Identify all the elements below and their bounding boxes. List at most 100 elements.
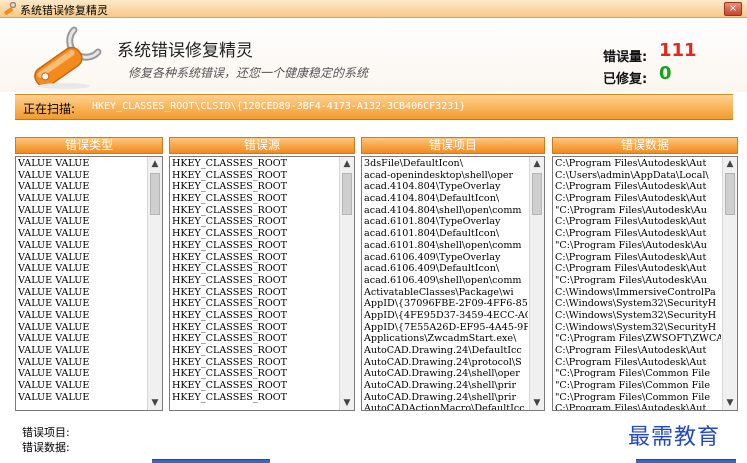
list-item[interactable]: "C:\Program Files\Common File <box>555 380 721 392</box>
list-item[interactable]: AutoCAD.Drawing.24\DefaultIcc <box>364 345 528 357</box>
list-item[interactable]: HKEY_CLASSES_ROOT <box>172 252 338 264</box>
list-item[interactable]: VALUE VALUE <box>18 240 146 252</box>
list-item[interactable]: acad.6106.409\TypeOverlay <box>364 252 528 264</box>
list-item[interactable]: HKEY_CLASSES_ROOT <box>172 170 338 182</box>
list-item[interactable]: HKEY_CLASSES_ROOT <box>172 228 338 240</box>
list-item[interactable]: AutoCAD.Drawing.24\shell\prir <box>364 392 528 404</box>
list-item[interactable]: 3dsFile\DefaultIcon\ <box>364 158 528 170</box>
list-item[interactable]: C:\Program Files\Autodesk\Aut <box>555 345 721 357</box>
scroll-thumb[interactable] <box>150 173 160 215</box>
scroll-down-icon[interactable]: ▼ <box>723 396 737 410</box>
list-item[interactable]: AppID\{7E55A26D-EF95-4A45-9F5 <box>364 322 528 334</box>
list-item[interactable]: C:\Program Files\Autodesk\Aut <box>555 403 721 410</box>
list-item[interactable]: HKEY_CLASSES_ROOT <box>172 310 338 322</box>
list-item[interactable]: VALUE VALUE <box>18 345 146 357</box>
list-item[interactable]: VALUE VALUE <box>18 181 146 193</box>
list-item[interactable]: HKEY_CLASSES_ROOT <box>172 287 338 299</box>
list-item[interactable]: C:\Program Files\Autodesk\Aut <box>555 181 721 193</box>
list-item[interactable]: acad.6106.409\shell\open\comm <box>364 275 528 287</box>
list-item[interactable]: VALUE VALUE <box>18 322 146 334</box>
scroll-thumb[interactable] <box>725 173 735 215</box>
list-item[interactable]: VALUE VALUE <box>18 333 146 345</box>
error-item-list[interactable]: 3dsFile\DefaultIcon\ acad-openindesktop\s… <box>361 156 545 411</box>
error-data-list[interactable]: C:\Program Files\Autodesk\Aut C:\Users\ad… <box>552 156 738 411</box>
list-item[interactable]: HKEY_CLASSES_ROOT <box>172 216 338 228</box>
list-item[interactable]: "C:\Program Files\Autodesk\Au <box>555 275 721 287</box>
scroll-down-icon[interactable]: ▼ <box>530 396 544 410</box>
error-item-scrollbar[interactable]: ▲ ▼ <box>529 157 544 410</box>
list-item[interactable]: VALUE VALUE <box>18 380 146 392</box>
close-button[interactable]: × <box>724 2 742 16</box>
list-item[interactable]: VALUE VALUE <box>18 310 146 322</box>
list-item[interactable]: HKEY_CLASSES_ROOT <box>172 322 338 334</box>
list-item[interactable]: "C:\Program Files\Autodesk\Au <box>555 205 721 217</box>
list-item[interactable]: HKEY_CLASSES_ROOT <box>172 158 338 170</box>
list-item[interactable]: VALUE VALUE <box>18 216 146 228</box>
list-item[interactable]: VALUE VALUE <box>18 228 146 240</box>
list-item[interactable]: acad.6101.804\TypeOverlay <box>364 216 528 228</box>
list-item[interactable]: ActivatableClasses\Package\wi <box>364 287 528 299</box>
list-item[interactable]: AppID\{4FE95D37-3459-4ECC-AC3 <box>364 310 528 322</box>
list-item[interactable]: Applications\ZwcadmStart.exe\ <box>364 333 528 345</box>
list-item[interactable]: HKEY_CLASSES_ROOT <box>172 181 338 193</box>
list-item[interactable]: VALUE VALUE <box>18 205 146 217</box>
scroll-up-icon[interactable]: ▲ <box>530 157 544 171</box>
list-item[interactable]: HKEY_CLASSES_ROOT <box>172 392 338 404</box>
scroll-down-icon[interactable]: ▼ <box>340 396 354 410</box>
list-item[interactable]: VALUE VALUE <box>18 252 146 264</box>
list-item[interactable]: HKEY_CLASSES_ROOT <box>172 275 338 287</box>
scroll-up-icon[interactable]: ▲ <box>148 157 162 171</box>
error-source-list[interactable]: HKEY_CLASSES_ROOT HKEY_CLASSES_ROOT HKEY_C… <box>169 156 355 411</box>
list-item[interactable]: acad.6101.804\DefaultIcon\ <box>364 228 528 240</box>
list-item[interactable]: AutoCAD.Drawing.24\protocol\S <box>364 357 528 369</box>
list-item[interactable]: C:\Users\admin\AppData\Local\ <box>555 170 721 182</box>
list-item[interactable]: C:\Program Files\Autodesk\Aut <box>555 158 721 170</box>
list-item[interactable]: VALUE VALUE <box>18 158 146 170</box>
list-item[interactable]: HKEY_CLASSES_ROOT <box>172 193 338 205</box>
list-item[interactable]: VALUE VALUE <box>18 392 146 404</box>
list-item[interactable]: C:\Program Files\Autodesk\Aut <box>555 216 721 228</box>
list-item[interactable]: AutoCADActionMacro\DefaultIcc <box>364 403 528 410</box>
list-item[interactable]: C:\Windows\System32\SecurityH <box>555 298 721 310</box>
list-item[interactable]: HKEY_CLASSES_ROOT <box>172 345 338 357</box>
list-item[interactable]: HKEY_CLASSES_ROOT <box>172 240 338 252</box>
error-type-list[interactable]: VALUE VALUE VALUE VALUE VALUE VALUE VALUE V… <box>15 156 163 411</box>
list-item[interactable]: "C:\Program Files\ZWSOFT\ZWCA <box>555 333 721 345</box>
list-item[interactable]: "C:\Program Files\Common File <box>555 392 721 404</box>
list-item[interactable]: HKEY_CLASSES_ROOT <box>172 205 338 217</box>
list-item[interactable]: C:\Windows\System32\SecurityH <box>555 310 721 322</box>
list-item[interactable]: C:\Program Files\Autodesk\Aut <box>555 228 721 240</box>
list-item[interactable]: acad-openindesktop\shell\oper <box>364 170 528 182</box>
list-item[interactable]: VALUE VALUE <box>18 170 146 182</box>
list-item[interactable]: C:\Program Files\Autodesk\Aut <box>555 263 721 275</box>
list-item[interactable]: acad.4104.804\TypeOverlay <box>364 181 528 193</box>
list-item[interactable]: acad.6106.409\DefaultIcon\ <box>364 263 528 275</box>
list-item[interactable]: VALUE VALUE <box>18 368 146 380</box>
list-item[interactable]: "C:\Program Files\Autodesk\Au <box>555 240 721 252</box>
scroll-thumb[interactable] <box>532 173 542 215</box>
list-item[interactable]: C:\Program Files\Autodesk\Aut <box>555 193 721 205</box>
scroll-up-icon[interactable]: ▲ <box>340 157 354 171</box>
list-item[interactable]: acad.4104.804\shell\open\comm <box>364 205 528 217</box>
list-item[interactable]: C:\Windows\System32\SecurityH <box>555 322 721 334</box>
list-item[interactable]: AutoCAD.Drawing.24\shell\prir <box>364 380 528 392</box>
list-item[interactable]: "C:\Program Files\Common File <box>555 368 721 380</box>
list-item[interactable]: HKEY_CLASSES_ROOT <box>172 380 338 392</box>
bottom-action-button[interactable] <box>636 459 736 463</box>
list-item[interactable]: VALUE VALUE <box>18 275 146 287</box>
scroll-down-icon[interactable]: ▼ <box>148 396 162 410</box>
list-item[interactable]: HKEY_CLASSES_ROOT <box>172 263 338 275</box>
scroll-thumb[interactable] <box>342 173 352 215</box>
list-item[interactable]: HKEY_CLASSES_ROOT <box>172 333 338 345</box>
list-item[interactable]: VALUE VALUE <box>18 298 146 310</box>
list-item[interactable]: acad.6101.804\shell\open\comm <box>364 240 528 252</box>
error-type-scrollbar[interactable]: ▲ ▼ <box>147 157 162 410</box>
list-item[interactable]: HKEY_CLASSES_ROOT <box>172 298 338 310</box>
scroll-up-icon[interactable]: ▲ <box>723 157 737 171</box>
list-item[interactable]: HKEY_CLASSES_ROOT <box>172 368 338 380</box>
error-source-scrollbar[interactable]: ▲ ▼ <box>339 157 354 410</box>
list-item[interactable]: VALUE VALUE <box>18 287 146 299</box>
bottom-action-button[interactable] <box>152 459 270 463</box>
list-item[interactable]: AutoCAD.Drawing.24\shell\oper <box>364 368 528 380</box>
list-item[interactable]: AppID\{37096FBE-2F09-4FF6-85C <box>364 298 528 310</box>
